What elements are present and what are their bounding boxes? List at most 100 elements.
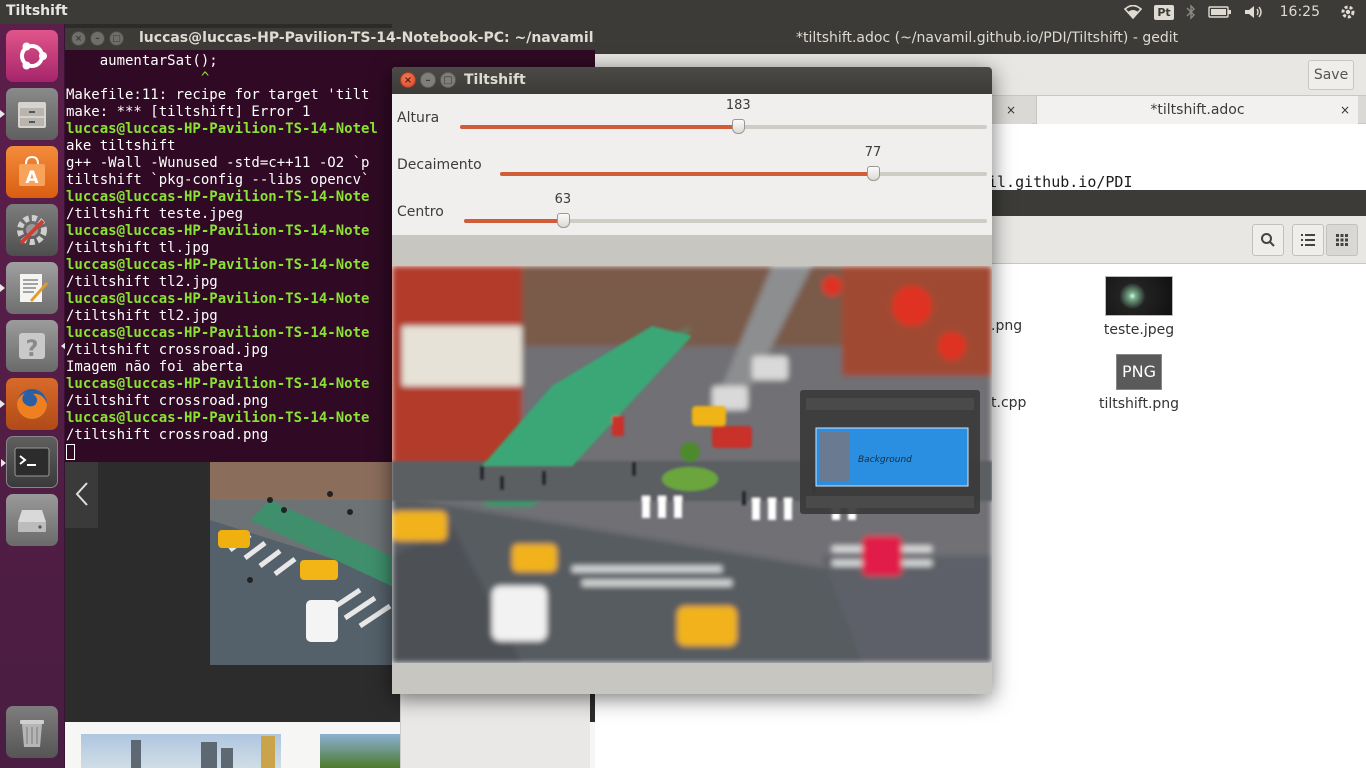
- slider-track[interactable]: 63: [464, 192, 987, 228]
- slider-fill: [500, 172, 874, 176]
- terminal-prompt-line: luccas@luccas-HP-Pavilion-TS-14-Note: [66, 291, 370, 307]
- terminal-line: /tiltshift teste.jpeg: [66, 206, 244, 222]
- file-name: tiltshift.png: [1098, 396, 1180, 412]
- terminal-line: g++ -Wall -Wunused -std=c++11 -O2 `p: [66, 155, 370, 171]
- terminal-title: luccas@luccas-HP-Pavilion-TS-14-Notebook…: [139, 30, 595, 46]
- terminal-line: make: *** [tiltshift] Error 1: [66, 104, 311, 120]
- wifi-icon[interactable]: [1118, 0, 1148, 24]
- grid-view-button[interactable]: [1326, 224, 1358, 256]
- terminal-prompt-line: luccas@luccas-HP-Pavilion-TS-14-Note: [66, 257, 370, 273]
- image-top-margin: [392, 235, 992, 266]
- viewer-photo: [210, 460, 400, 665]
- terminal-line: Makefile:11: recipe for target 'tilt: [66, 87, 370, 103]
- slider-handle[interactable]: [732, 119, 746, 134]
- firefox-icon[interactable]: [0, 378, 58, 430]
- terminal-prompt-line: luccas@luccas-HP-Pavilion-TS-14-Note: [66, 410, 370, 426]
- trash-icon[interactable]: [6, 706, 58, 758]
- ubuntu-dash-icon[interactable]: [6, 30, 58, 82]
- search-button[interactable]: [1252, 224, 1284, 256]
- tab-label: *tiltshift.adoc: [1150, 102, 1245, 118]
- slider-handle[interactable]: [556, 213, 570, 228]
- viewer-side-panel: [400, 690, 590, 768]
- close-icon[interactable]: ×: [400, 72, 416, 88]
- gedit-tab[interactable]: ×: [992, 96, 1032, 124]
- terminal-line: /tiltshift tl.jpg: [66, 240, 210, 256]
- tiltshift-titlebar[interactable]: × – □ Tiltshift: [392, 67, 992, 94]
- file-item[interactable]: PNG tiltshift.png: [1079, 354, 1199, 412]
- terminal-line: Imagem não foi aberta: [66, 359, 244, 375]
- gedit-visible-text: il.github.io/PDI: [988, 173, 1133, 191]
- terminal-prompt-line: luccas@luccas-HP-Pavilion-TS-14-Note: [66, 325, 370, 341]
- thumbnail-image[interactable]: [81, 734, 281, 768]
- slider-value: 63: [554, 192, 572, 207]
- battery-icon[interactable]: [1202, 0, 1238, 24]
- file-name-partial[interactable]: .png: [991, 318, 1022, 334]
- bluetooth-icon[interactable]: [1180, 0, 1202, 24]
- terminal-prompt-line: luccas@luccas-HP-Pavilion-TS-14-Note: [66, 223, 370, 239]
- terminal-line: /tiltshift tl2.jpg: [66, 274, 218, 290]
- slider-fill: [460, 125, 739, 129]
- slider-altura: Altura 183: [392, 94, 992, 141]
- help-icon[interactable]: ?: [6, 320, 66, 372]
- gedit-tab-active[interactable]: *tiltshift.adoc ×: [1036, 96, 1358, 124]
- file-thumbnail: [1105, 276, 1173, 316]
- terminal-icon[interactable]: [1, 436, 58, 488]
- slider-label: Altura: [397, 110, 440, 126]
- indicator-area: Pt 16:25: [1118, 0, 1366, 24]
- list-view-button[interactable]: [1292, 224, 1324, 256]
- window-title: Tiltshift: [464, 72, 526, 88]
- system-settings-icon[interactable]: [6, 204, 58, 256]
- gedit-title: *tiltshift.adoc (~/navamil.github.io/PDI…: [796, 30, 1179, 46]
- session-gear-icon[interactable]: [1334, 0, 1366, 24]
- terminal-line: ^: [66, 70, 210, 86]
- terminal-cursor-line[interactable]: [66, 444, 378, 462]
- file-name-partial[interactable]: t.cpp: [991, 395, 1026, 411]
- keyboard-layout-indicator[interactable]: Pt: [1148, 0, 1179, 24]
- maximize-icon[interactable]: □: [440, 72, 456, 88]
- grid-view-icon: [1336, 234, 1348, 246]
- tab-close-icon[interactable]: ×: [1006, 103, 1016, 117]
- file-name: teste.jpeg: [1103, 322, 1175, 338]
- disks-icon[interactable]: [6, 494, 58, 546]
- terminal-prompt-line: luccas@luccas-HP-Pavilion-TS-14-Note: [66, 376, 370, 392]
- photo-editor-layers-panel: Background: [800, 390, 980, 514]
- tiltshift-window: × – □ Tiltshift Altura 183 Decaimento 77…: [392, 67, 992, 694]
- terminal-prompt-line: luccas@luccas-HP-Pavilion-TS-14-Note: [66, 189, 370, 205]
- terminal-prompt-line: luccas@luccas-HP-Pavilion-TS-14-Notel: [66, 121, 378, 137]
- unity-launcher: A ?: [0, 24, 66, 768]
- svg-text:A: A: [25, 168, 39, 188]
- software-center-icon[interactable]: A: [6, 146, 58, 198]
- clock[interactable]: 16:25: [1270, 0, 1334, 24]
- terminal-line: /tiltshift tl2.jpg: [66, 308, 218, 324]
- layer-name: Background: [858, 455, 912, 465]
- tab-close-icon[interactable]: ×: [1340, 103, 1350, 117]
- minimize-icon[interactable]: –: [420, 72, 436, 88]
- active-app-name: Tiltshift: [6, 3, 68, 19]
- slider-track[interactable]: 77: [500, 145, 987, 181]
- volume-icon[interactable]: [1238, 0, 1270, 24]
- minimize-icon[interactable]: –: [90, 31, 105, 46]
- search-icon: [1261, 233, 1275, 247]
- terminal-line: tiltshift `pkg-config --libs opencv`: [66, 172, 370, 188]
- top-panel: Tiltshift Pt 16:25: [0, 0, 1366, 24]
- close-icon[interactable]: ×: [71, 31, 86, 46]
- slider-value: 77: [864, 145, 882, 160]
- save-button[interactable]: Save: [1308, 60, 1354, 90]
- terminal-output[interactable]: aumentarSat(); ^ Makefile:11: recipe for …: [66, 53, 378, 462]
- files-icon[interactable]: [0, 88, 58, 140]
- maximize-icon[interactable]: □: [109, 31, 124, 46]
- slider-label: Centro: [397, 204, 444, 220]
- slider-fill: [464, 219, 563, 223]
- slider-track[interactable]: 183: [460, 98, 987, 134]
- tiltshift-preview-image: Background: [392, 266, 992, 663]
- terminal-line: ake tiltshift: [66, 138, 176, 154]
- slider-centro: Centro 63: [392, 188, 992, 235]
- thumbnail-image[interactable]: [320, 734, 400, 768]
- file-item[interactable]: teste.jpeg: [1079, 276, 1199, 338]
- terminal-titlebar[interactable]: × – □ luccas@luccas-HP-Pavilion-TS-14-No…: [65, 28, 595, 50]
- svg-text:?: ?: [26, 337, 39, 362]
- previous-image-button[interactable]: [65, 460, 98, 528]
- text-editor-icon[interactable]: [0, 262, 58, 314]
- slider-decaimento: Decaimento 77: [392, 141, 992, 188]
- slider-handle[interactable]: [867, 166, 881, 181]
